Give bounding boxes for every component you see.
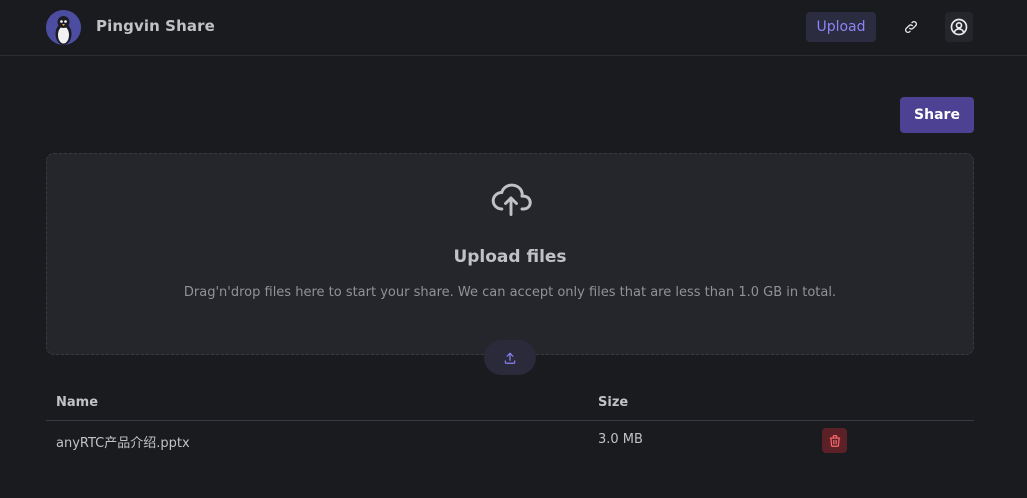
upload-icon: [504, 352, 516, 364]
penguin-logo-icon[interactable]: [46, 10, 81, 45]
file-size-cell: 3.0 MB: [598, 432, 643, 447]
user-circle-icon: [950, 18, 968, 36]
share-button[interactable]: Share: [900, 97, 974, 133]
table-divider: [46, 420, 974, 421]
app-header: Pingvin Share Upload: [0, 0, 1027, 56]
column-header-size: Size: [598, 395, 629, 410]
account-button[interactable]: [945, 12, 973, 42]
file-name-cell: anyRTC产品介绍.pptx: [56, 436, 190, 451]
dropzone-title: Upload files: [453, 247, 567, 267]
cloud-upload-icon: [491, 183, 532, 216]
column-header-name: Name: [56, 395, 99, 410]
app-title[interactable]: Pingvin Share: [96, 17, 215, 35]
upload-file-button[interactable]: [484, 340, 536, 375]
link-button[interactable]: [897, 12, 925, 42]
link-icon: [905, 21, 917, 33]
upload-nav-button[interactable]: Upload: [806, 12, 876, 42]
delete-file-button[interactable]: [822, 428, 847, 453]
trash-icon: [829, 434, 840, 447]
dropzone-description: Drag'n'drop files here to start your sha…: [183, 285, 837, 300]
